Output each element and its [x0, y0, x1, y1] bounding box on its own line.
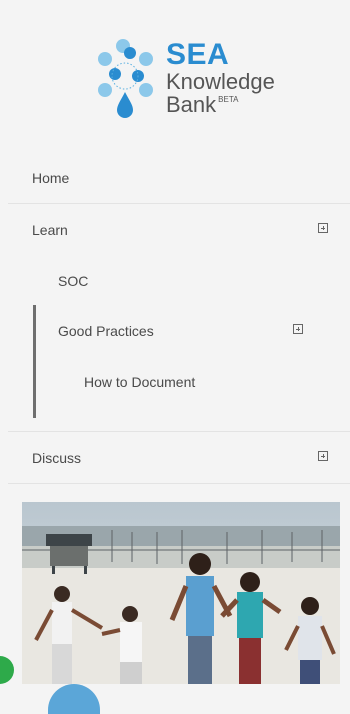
- active-indicator-bar: [33, 305, 36, 418]
- site-logo[interactable]: SEA Knowledge Bank BETA: [88, 38, 288, 128]
- brand-beta: BETA: [218, 95, 239, 104]
- nav-label-how-to-document: How to Document: [84, 374, 196, 390]
- nav-label-discuss: Discuss: [32, 450, 82, 466]
- brand-knowledge: Knowledge: [166, 69, 275, 94]
- brand-sea: SEA: [166, 38, 230, 71]
- nav-label-home: Home: [32, 170, 70, 186]
- brand-text: SEA Knowledge Bank BETA: [166, 38, 275, 116]
- expand-learn-icon[interactable]: [318, 223, 328, 233]
- children-playing-image: [22, 502, 340, 684]
- nav-label-soc: SOC: [58, 273, 89, 289]
- divider: [8, 431, 350, 432]
- divider: [8, 483, 350, 484]
- featured-photo: [22, 502, 340, 684]
- expand-discuss-icon[interactable]: [318, 451, 328, 461]
- expand-good-practices-icon[interactable]: [293, 324, 303, 334]
- logo-drop-icon: [98, 39, 153, 118]
- divider: [8, 203, 350, 204]
- nav-label-learn: Learn: [32, 222, 68, 238]
- brand-bank: Bank: [166, 92, 217, 117]
- nav-label-good-practices: Good Practices: [58, 323, 154, 339]
- sidebar: SEA Knowledge Bank BETA Home Learn SOC Go…: [8, 0, 350, 709]
